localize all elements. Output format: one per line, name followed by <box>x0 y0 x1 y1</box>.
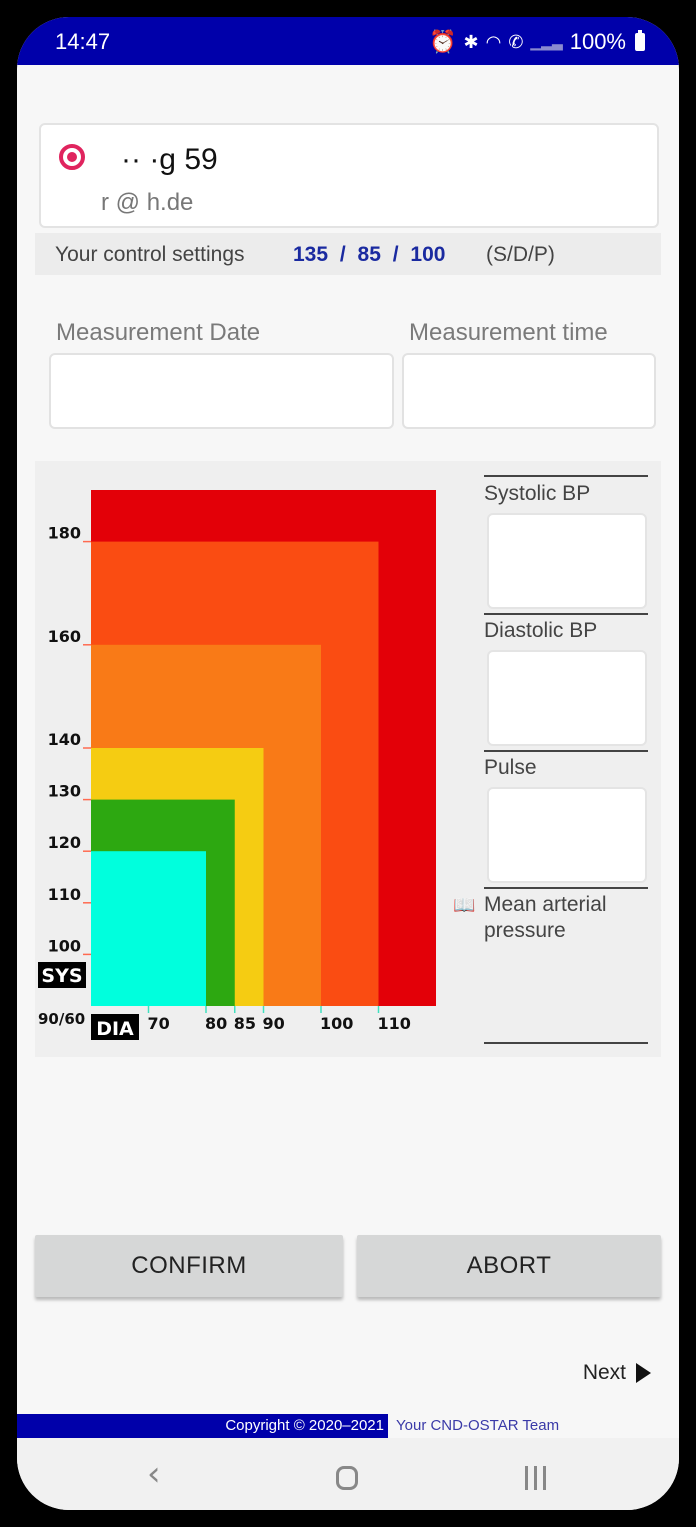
back-icon[interactable]: ‹ <box>147 1454 161 1494</box>
next-label: Next <box>582 1361 626 1384</box>
bp-chart-panel: 100 110 120 130 140 160 180 70 80 85 90 100 110 SYS DI… <box>35 461 661 1057</box>
confirm-button[interactable]: CONFIRM <box>35 1235 343 1297</box>
book-icon[interactable]: 📖 <box>453 895 475 916</box>
systolic-input[interactable] <box>487 513 647 609</box>
status-icons: ⏰ ✱ ◠ ✆ ▁▂▃ 100% <box>429 29 645 55</box>
user-email: r @ h.de <box>101 189 194 216</box>
sys-axis-label: SYS <box>41 965 82 987</box>
team-link[interactable]: Your CND-OSTAR Team <box>396 1414 559 1438</box>
wifi-calling-icon: ✆ <box>508 31 524 52</box>
x-tick-label: 70 <box>148 1014 170 1033</box>
navigation-bar: ‹ <box>17 1438 679 1510</box>
origin-label: 90/60 <box>38 1010 85 1028</box>
y-tick-label: 140 <box>48 730 81 749</box>
divider <box>484 750 648 752</box>
bp-classification-chart[interactable]: 100 110 120 130 140 160 180 70 80 85 90 100 110 SYS DI… <box>35 461 455 1057</box>
x-tick-label: 90 <box>263 1014 285 1033</box>
y-tick-label: 180 <box>48 524 81 543</box>
measurement-date-input[interactable] <box>49 353 394 429</box>
phone-frame: 14:47 ⏰ ✱ ◠ ✆ ▁▂▃ 100% ·· ·g 59 r @ h.de… <box>0 0 696 1527</box>
abort-button[interactable]: ABORT <box>357 1235 661 1297</box>
pulse-input[interactable] <box>487 787 647 883</box>
divider <box>484 613 648 615</box>
battery-level: 100% <box>569 29 626 54</box>
dia-axis-label: DIA <box>96 1018 134 1040</box>
copyright-text: Copyright © 2020–2021 <box>17 1414 388 1438</box>
user-card[interactable]: ·· ·g 59 r @ h.de <box>39 123 659 228</box>
control-settings-values: 135 / 85 / 100 <box>293 243 446 266</box>
play-arrow-icon <box>636 1363 651 1383</box>
recent-apps-icon[interactable] <box>525 1466 546 1490</box>
user-radio-button[interactable] <box>59 144 85 170</box>
divider <box>484 475 648 477</box>
x-tick-label: 100 <box>320 1014 353 1033</box>
y-tick-label: 160 <box>48 627 81 646</box>
zone-optimal <box>91 851 206 1006</box>
control-settings-unit: (S/D/P) <box>486 243 555 266</box>
measurement-time-label: Measurement time <box>409 319 608 346</box>
pulse-label: Pulse <box>484 756 537 779</box>
x-tick-label: 110 <box>378 1014 411 1033</box>
battery-icon <box>635 30 645 51</box>
bluetooth-icon: ✱ <box>463 31 479 52</box>
y-tick-label: 130 <box>48 782 81 801</box>
measurement-time-input[interactable] <box>402 353 656 429</box>
screen: 14:47 ⏰ ✱ ◠ ✆ ▁▂▃ 100% ·· ·g 59 r @ h.de… <box>17 17 679 1510</box>
alarm-icon: ⏰ <box>429 29 457 54</box>
measurement-date-label: Measurement Date <box>56 319 261 346</box>
x-tick-label: 80 <box>205 1014 227 1033</box>
home-icon[interactable] <box>336 1466 358 1490</box>
control-settings-label: Your control settings <box>55 243 245 266</box>
systolic-label: Systolic BP <box>484 482 591 505</box>
y-tick-label: 120 <box>48 833 81 852</box>
x-tick-label: 85 <box>234 1014 256 1033</box>
user-name: ·· ·g 59 <box>121 143 218 176</box>
control-settings-bar: Your control settings 135 / 85 / 100 (S/… <box>35 233 661 275</box>
signal-icon: ▁▂▃ <box>530 33 563 50</box>
mean-arterial-pressure-label: Mean arterial pressure <box>484 893 607 942</box>
y-tick-label: 100 <box>48 936 81 955</box>
status-bar: 14:47 ⏰ ✱ ◠ ✆ ▁▂▃ 100% <box>17 17 679 65</box>
status-time: 14:47 <box>55 29 111 54</box>
next-button[interactable]: Next <box>583 1361 651 1385</box>
divider <box>484 1042 648 1044</box>
diastolic-input[interactable] <box>487 650 647 746</box>
diastolic-label: Diastolic BP <box>484 619 598 642</box>
y-tick-label: 110 <box>48 885 81 904</box>
divider <box>484 887 648 889</box>
wifi-icon: ◠ <box>485 31 502 52</box>
